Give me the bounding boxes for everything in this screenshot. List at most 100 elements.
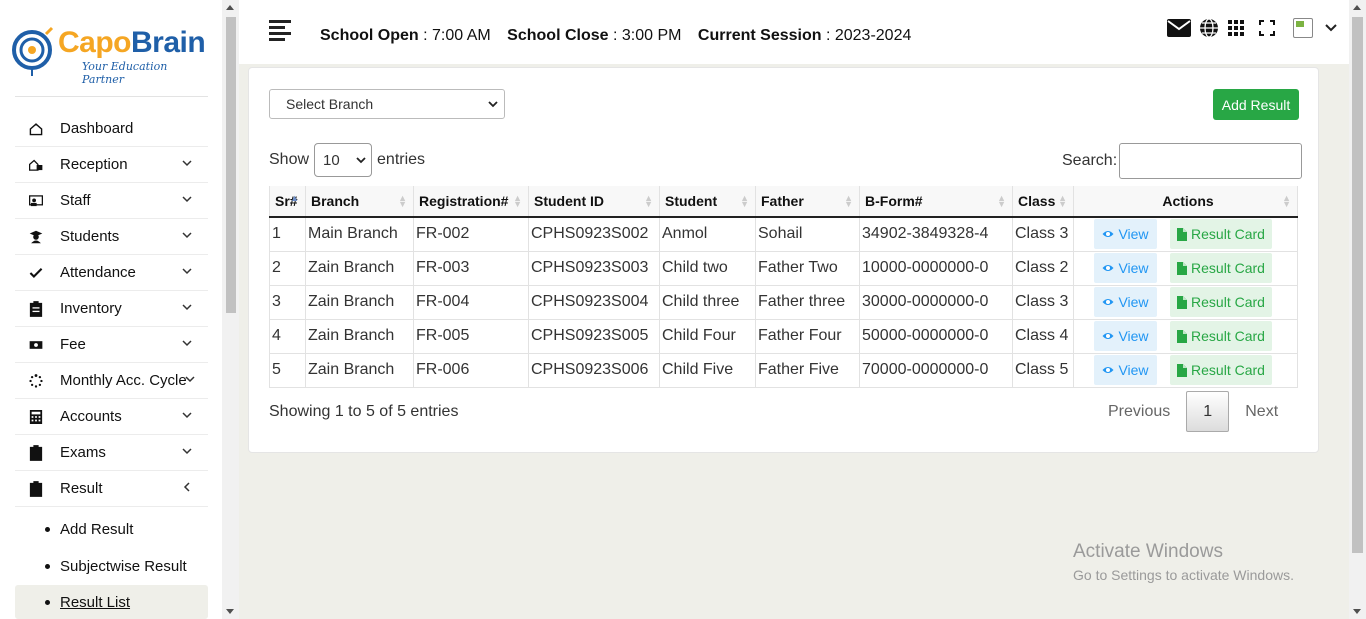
view-button[interactable]: View [1094,287,1157,317]
view-button[interactable]: View [1094,355,1157,385]
table-cell: Zain Branch [305,251,414,286]
chevron-down-icon [182,196,192,203]
sidebar-item-staff[interactable]: Staff [15,183,208,219]
file-icon [1177,329,1188,343]
clipboard-icon [15,480,43,498]
chevron-down-icon [488,101,498,108]
table-cell: FR-004 [413,285,529,320]
logo[interactable]: CapoBrain Your Education Partner [12,26,212,86]
reception-icon [15,156,43,174]
table-cell: FR-005 [413,319,529,354]
sidebar-subitem-result-list[interactable]: Result List [15,585,208,619]
table-cell: 5 [269,353,306,388]
next-button[interactable]: Next [1229,403,1294,421]
table-cell: Child two [659,251,756,286]
sidebar-item-dashboard[interactable]: Dashboard [15,111,208,147]
eye-icon [1102,367,1114,373]
sidebar-item-result[interactable]: Result [15,471,208,507]
chevron-left-icon [183,482,190,492]
table-row: 3 Zain Branch FR-004 CPHS0923S004 Child thre… [269,285,1298,320]
school-info: School Open : 7:00 AM School Close : 3:0… [320,27,923,45]
chevron-down-icon[interactable] [1325,23,1337,33]
sort-icon: ▲ ▼ [513,193,522,209]
search-input[interactable] [1119,143,1303,179]
result-card-button[interactable]: Result Card [1170,219,1272,250]
view-button[interactable]: View [1094,253,1157,283]
column-header[interactable]: Father ▲ ▼ [755,186,860,218]
column-header[interactable]: Sr# ▲ [269,186,306,218]
column-header[interactable]: Student ID ▲ ▼ [528,186,660,218]
scrollbar-thumb[interactable] [226,17,236,313]
session-value: : 2023-2024 [825,27,912,44]
table-cell: Child Five [659,353,756,388]
sidebar-item-inventory[interactable]: Inventory [15,291,208,327]
table-cell: FR-002 [413,217,529,252]
result-card-button[interactable]: Result Card [1170,321,1272,351]
entries-select[interactable]: 10 [314,143,373,177]
sidebar-item-reception[interactable]: Reception [15,147,208,183]
view-button[interactable]: View [1094,321,1157,351]
page-1-button[interactable]: 1 [1186,391,1230,432]
student-icon [15,228,43,246]
chevron-down-icon [182,448,192,455]
header-actions [1159,18,1337,38]
table-cell: Anmol [659,217,756,252]
apps-grid-icon[interactable] [1227,19,1245,37]
sidebar-item-exams[interactable]: Exams [15,435,208,471]
sort-icon: ▲ ▼ [1058,193,1067,209]
result-card-button[interactable]: Result Card [1170,355,1272,385]
table-cell: CPHS0923S004 [528,285,660,320]
table-cell: CPHS0923S005 [528,319,660,354]
page-scrollbar[interactable] [1349,0,1366,619]
table-cell: Zain Branch [305,285,414,320]
chevron-down-icon [182,412,192,419]
menu-toggle-icon[interactable] [269,20,291,41]
table-cell: Father Two [755,251,860,286]
scroll-down-icon[interactable] [1353,609,1361,614]
chevron-down-icon [182,268,192,275]
file-icon [1177,261,1188,275]
result-card-button[interactable]: Result Card [1170,253,1272,283]
sidebar-subitem-add-result[interactable]: Add Result [15,512,208,546]
school-open-value: : 7:00 AM [423,27,491,44]
table-cell: CPHS0923S002 [528,217,660,252]
sidebar-item-accounts[interactable]: Accounts [15,399,208,435]
sidebar-subitem-subjectwise-result[interactable]: Subjectwise Result [15,549,208,583]
column-header[interactable]: Class ▲ ▼ [1012,186,1074,218]
branch-select[interactable]: Select Branch [269,89,505,119]
school-open-label: School Open [320,27,419,44]
view-button[interactable]: View [1094,219,1157,250]
eye-icon [1102,299,1114,305]
file-icon [1177,295,1188,309]
avatar[interactable] [1293,18,1313,38]
home-icon [15,120,43,138]
sidebar-item-attendance[interactable]: Attendance [15,255,208,291]
column-header[interactable]: Branch ▲ ▼ [305,186,414,218]
table-row: 1 Main Branch FR-002 CPHS0923S002 Anmol Sohai… [269,217,1298,252]
scrollbar-thumb[interactable] [1352,17,1363,553]
sidebar-item-monthly-acc-cycle[interactable]: Monthly Acc. Cycle [15,363,208,399]
session-label: Current Session [697,27,822,44]
sidebar-nav: Dashboard Reception Staff Students Atten… [15,111,208,507]
add-result-button[interactable]: Add Result [1213,89,1299,120]
column-header[interactable]: Registration# ▲ ▼ [413,186,529,218]
sidebar-item-students[interactable]: Students [15,219,208,255]
sidebar-scrollbar[interactable] [222,0,239,619]
fullscreen-icon[interactable] [1259,20,1275,36]
scroll-up-icon[interactable] [226,5,234,10]
scroll-down-icon[interactable] [226,609,234,614]
column-header[interactable]: Actions ▲ ▼ [1073,186,1298,218]
mail-icon[interactable] [1167,19,1191,37]
globe-icon[interactable] [1199,18,1219,38]
previous-button[interactable]: Previous [1092,403,1186,421]
table-row: 2 Zain Branch FR-003 CPHS0923S003 Child two F… [269,251,1298,286]
table-cell: Class 3 [1012,217,1074,252]
table-cell: Child three [659,285,756,320]
sidebar-item-fee[interactable]: Fee [15,327,208,363]
table-cell: 50000-0000000-0 [859,319,1013,354]
scroll-up-icon[interactable] [1353,5,1361,10]
column-header[interactable]: Student ▲ ▼ [659,186,756,218]
result-card-button[interactable]: Result Card [1170,287,1272,317]
column-header[interactable]: B-Form# ▲ ▼ [859,186,1013,218]
table-info: Showing 1 to 5 of 5 entries [269,403,459,420]
